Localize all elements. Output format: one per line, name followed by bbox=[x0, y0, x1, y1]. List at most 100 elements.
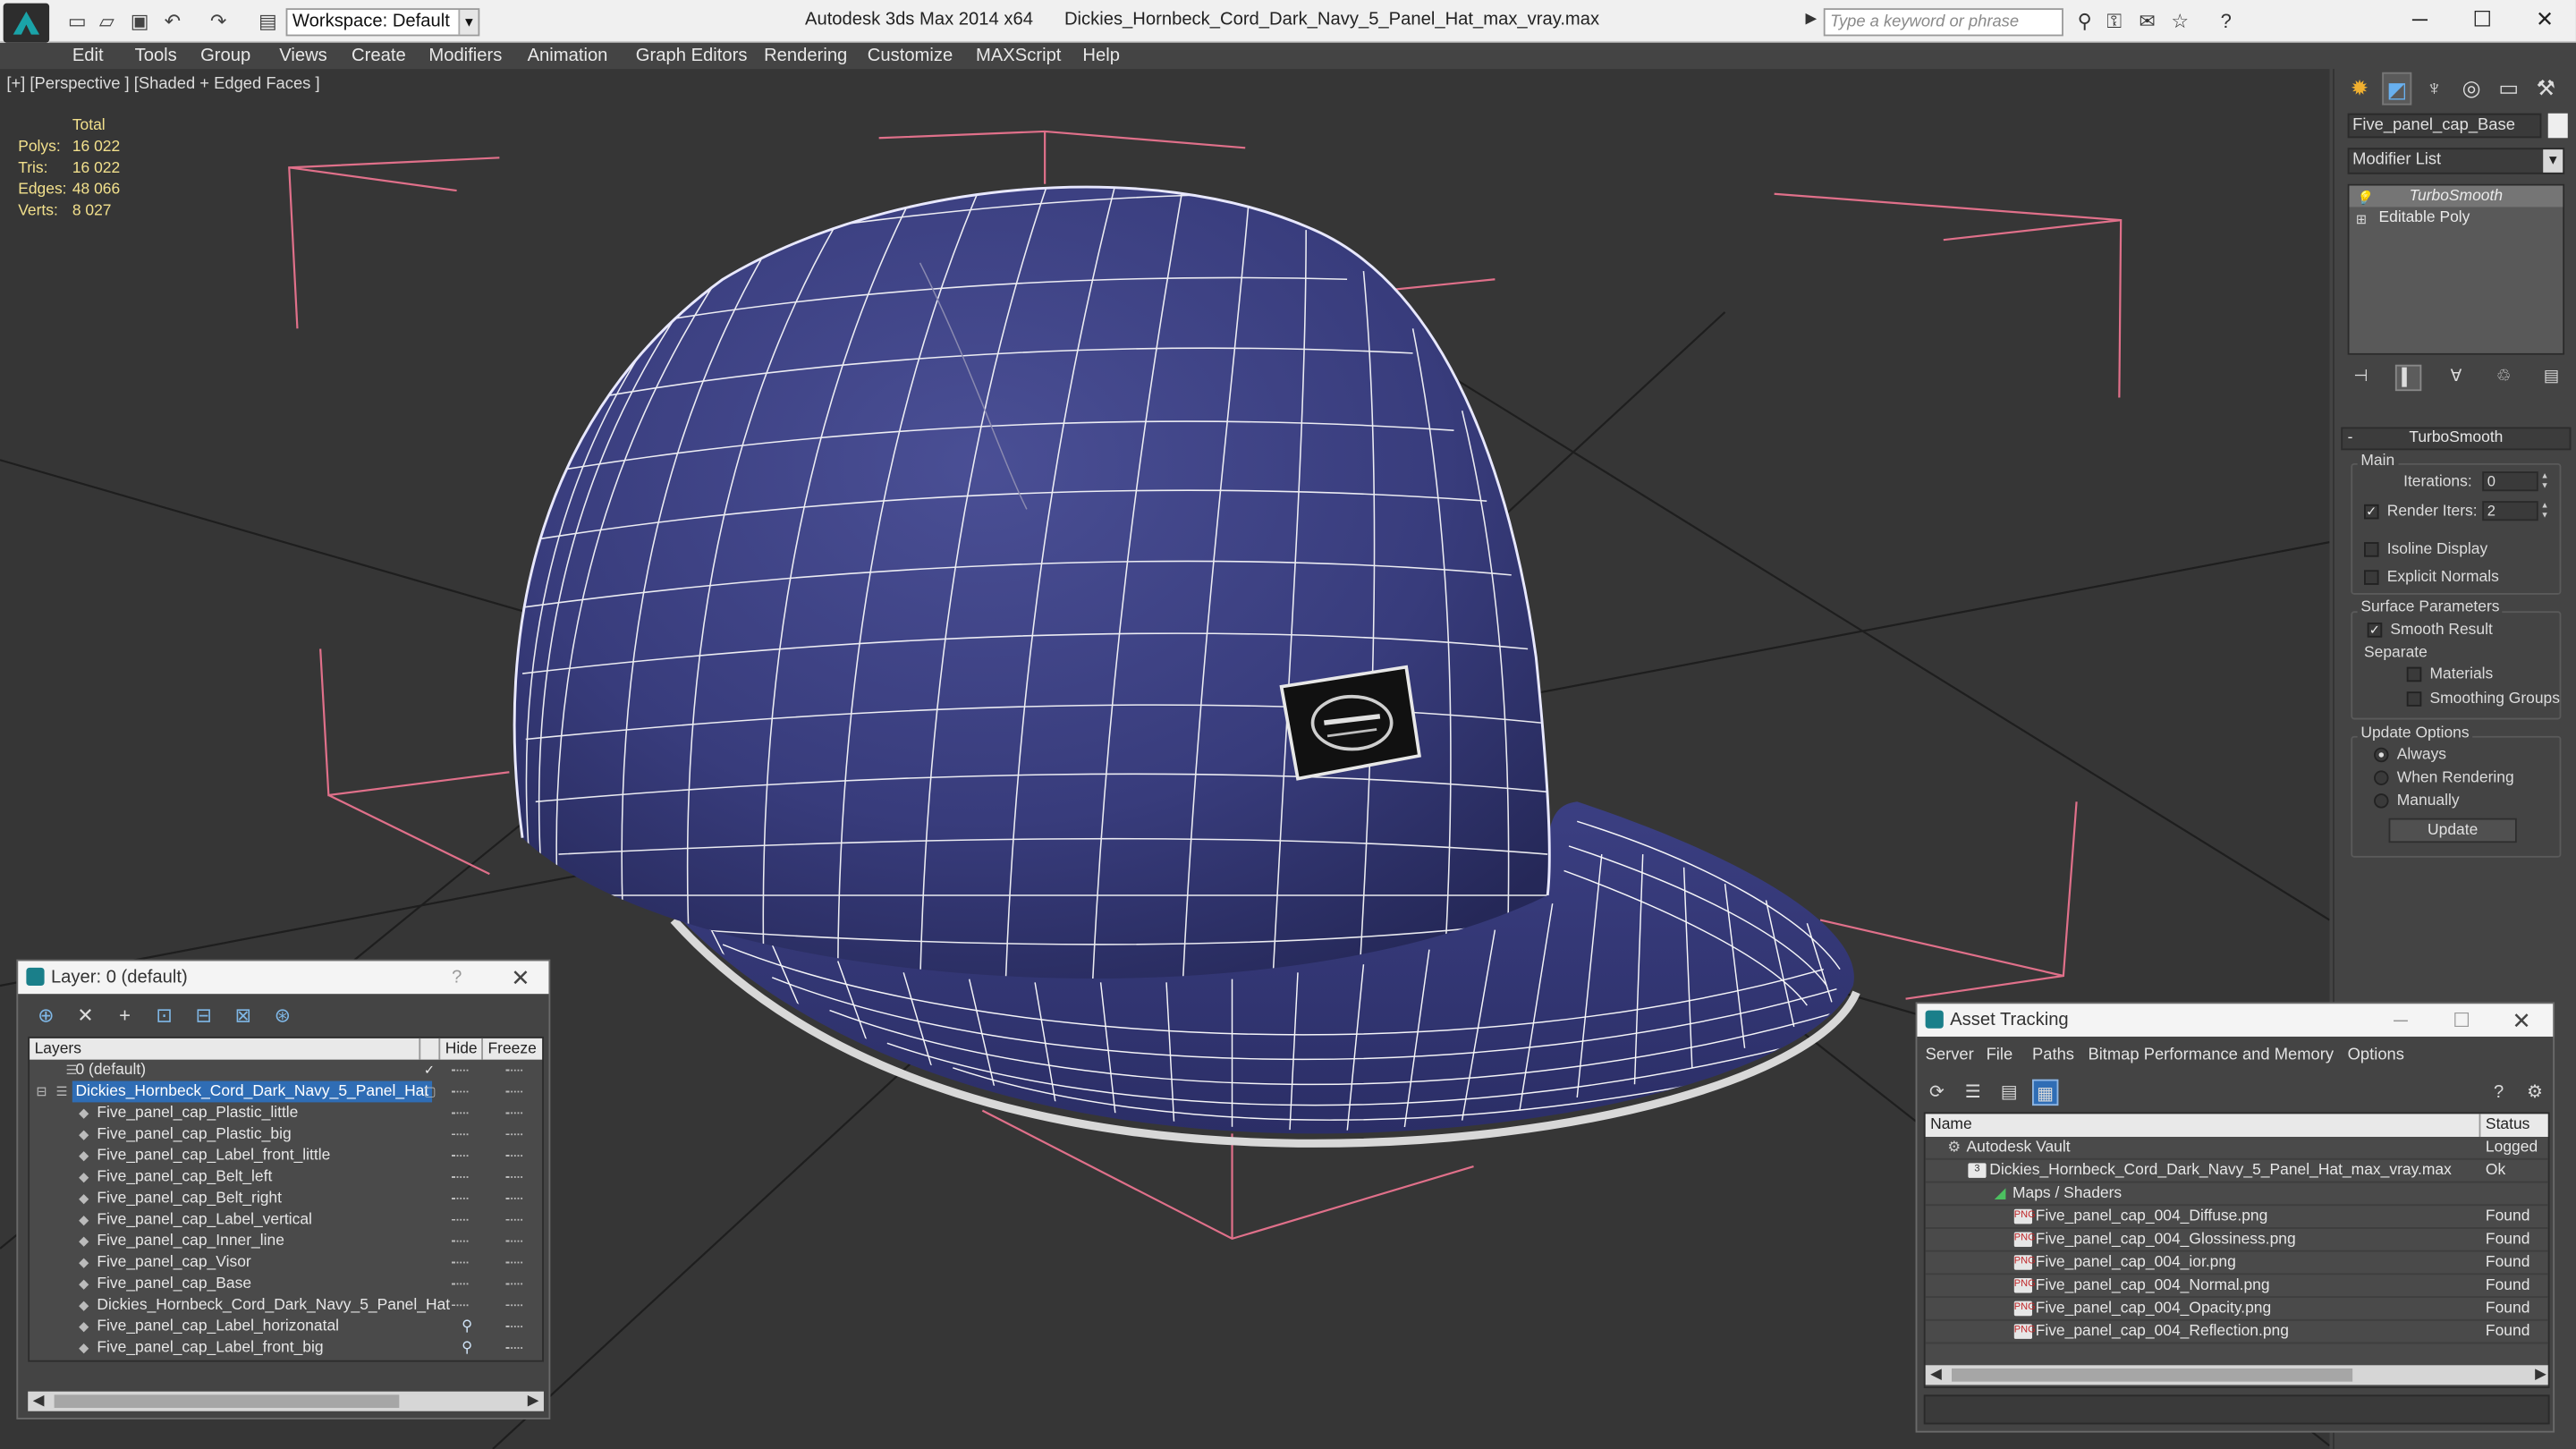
asset-row[interactable]: 3 Dickies_Hornbeck_Cord_Dark_Navy_5_Pane… bbox=[1925, 1160, 2548, 1183]
menu-graph-editors[interactable]: Graph Editors bbox=[636, 46, 748, 65]
freeze-toggle[interactable] bbox=[505, 1218, 523, 1221]
lightbulb-icon[interactable]: 💡 bbox=[2356, 187, 2372, 208]
always-radio[interactable] bbox=[2374, 747, 2389, 763]
asset-row[interactable]: ◢ Maps / Shaders bbox=[1925, 1182, 2548, 1207]
display-tab-icon[interactable]: ▭ bbox=[2494, 72, 2524, 106]
pin-stack-icon[interactable]: ⊣ bbox=[2348, 365, 2374, 391]
layer-row[interactable]: ◆ Five_panel_cap_Plastic_big bbox=[30, 1123, 542, 1145]
freeze-toggle[interactable] bbox=[505, 1155, 523, 1157]
col-current-header[interactable] bbox=[420, 1038, 441, 1060]
smooth-result-checkbox[interactable]: ✓ bbox=[2367, 623, 2383, 638]
asset-horizontal-scrollbar[interactable]: ◀ ▶ bbox=[1925, 1365, 2548, 1385]
freeze-toggle[interactable] bbox=[505, 1304, 523, 1307]
menu-views[interactable]: Views bbox=[279, 46, 327, 65]
hide-toggle[interactable] bbox=[452, 1261, 469, 1264]
scrollbar-thumb[interactable] bbox=[54, 1394, 400, 1409]
help-icon[interactable]: ? bbox=[2215, 10, 2238, 33]
layer-row[interactable]: ◆ Five_panel_cap_Base bbox=[30, 1273, 542, 1294]
layer-row[interactable]: ◆ Five_panel_cap_Belt_left bbox=[30, 1166, 542, 1188]
create-tab-icon[interactable]: ✹ bbox=[2344, 72, 2375, 106]
redo-icon[interactable]: ↷ bbox=[207, 10, 230, 33]
set-current-layer-icon[interactable]: ▢ bbox=[424, 1081, 436, 1103]
menu-animation[interactable]: Animation bbox=[528, 46, 608, 65]
object-name-field[interactable]: Five_panel_cap_Base bbox=[2347, 113, 2542, 139]
layer-row[interactable]: ◆ Five_panel_cap_Inner_line bbox=[30, 1231, 542, 1252]
settings-icon[interactable]: ⚙ bbox=[2521, 1080, 2547, 1106]
menu-create[interactable]: Create bbox=[352, 46, 406, 65]
open-file-icon[interactable]: ▱ bbox=[96, 10, 119, 33]
when-rendering-radio[interactable] bbox=[2374, 770, 2389, 785]
layer-row[interactable]: ◆ Five_panel_cap_Label_vertical bbox=[30, 1209, 542, 1231]
select-objects-icon[interactable]: ⊡ bbox=[149, 1001, 179, 1030]
close-icon[interactable]: ✕ bbox=[2512, 1004, 2531, 1037]
undo-icon[interactable]: ↶ bbox=[161, 10, 184, 33]
help-icon[interactable]: ? bbox=[452, 961, 462, 994]
viewport-label[interactable]: [+] [Perspective ] [Shaded + Edged Faces… bbox=[6, 75, 319, 93]
search-expand-icon[interactable]: ▶ bbox=[1806, 10, 1818, 28]
scroll-left-icon[interactable]: ◀ bbox=[33, 1392, 45, 1410]
freeze-toggle[interactable] bbox=[505, 1283, 523, 1285]
layer-horizontal-scrollbar[interactable]: ◀ ▶ bbox=[28, 1391, 544, 1411]
hide-toggle[interactable] bbox=[452, 1218, 469, 1221]
manually-radio[interactable] bbox=[2374, 793, 2389, 809]
close-button[interactable]: ✕ bbox=[2520, 5, 2569, 35]
freeze-toggle[interactable] bbox=[505, 1133, 523, 1136]
scrollbar-thumb[interactable] bbox=[1951, 1368, 2353, 1382]
explicit-normals-checkbox[interactable] bbox=[2364, 570, 2379, 585]
layer-dialog-titlebar[interactable]: Layer: 0 (default) ? ✕ bbox=[18, 961, 549, 995]
delete-layer-icon[interactable]: ✕ bbox=[71, 1001, 100, 1030]
hide-toggle[interactable] bbox=[452, 1283, 469, 1285]
materials-checkbox[interactable] bbox=[2406, 666, 2422, 682]
remove-modifier-icon[interactable]: ♲ bbox=[2490, 365, 2516, 391]
isoline-display-checkbox[interactable] bbox=[2364, 542, 2379, 557]
asset-row[interactable]: PNG Five_panel_cap_004_Diffuse.png Found bbox=[1925, 1206, 2548, 1229]
table-view-icon[interactable]: ▦ bbox=[2031, 1079, 2059, 1106]
layer-row[interactable]: ◆ Five_panel_cap_Label_front_big ⚲ bbox=[30, 1337, 542, 1359]
workspace-dropdown[interactable]: Workspace: Default ▼ bbox=[285, 8, 480, 37]
col-name-header[interactable]: Name bbox=[1925, 1114, 2481, 1137]
motion-tab-icon[interactable]: ◎ bbox=[2456, 72, 2487, 106]
asset-row[interactable]: PNG Five_panel_cap_004_ior.png Found bbox=[1925, 1252, 2548, 1275]
layer-row[interactable]: ◆ Five_panel_cap_Plastic_little bbox=[30, 1102, 542, 1123]
col-hide-header[interactable]: Hide bbox=[440, 1038, 483, 1060]
project-folder-icon[interactable]: ▤ bbox=[257, 10, 280, 33]
freeze-toggle[interactable] bbox=[505, 1240, 523, 1242]
communication-icon[interactable]: ✉ bbox=[2136, 10, 2159, 33]
hide-toggle[interactable] bbox=[452, 1155, 469, 1157]
hide-toggle[interactable] bbox=[452, 1240, 469, 1242]
turbosmooth-rollout-header[interactable]: - TurboSmooth bbox=[2341, 427, 2572, 451]
asset-menu-paths[interactable]: Paths bbox=[2032, 1046, 2074, 1064]
asset-row[interactable]: PNG Five_panel_cap_004_Opacity.png Found bbox=[1925, 1298, 2548, 1321]
freeze-toggle[interactable] bbox=[505, 1090, 523, 1093]
col-layers-header[interactable]: Layers bbox=[30, 1038, 421, 1060]
col-freeze-header[interactable]: Freeze bbox=[482, 1038, 543, 1060]
hide-toggle[interactable] bbox=[452, 1133, 469, 1136]
modifier-list-dropdown[interactable]: Modifier List ▼ bbox=[2347, 148, 2565, 174]
detail-view-icon[interactable]: ▤ bbox=[1996, 1080, 2022, 1106]
modify-tab-icon[interactable]: ◩ bbox=[2381, 72, 2413, 106]
hide-toggle[interactable] bbox=[452, 1176, 469, 1178]
minimize-button[interactable]: ─ bbox=[2395, 5, 2445, 35]
smoothing-groups-checkbox[interactable] bbox=[2406, 691, 2422, 707]
freeze-toggle[interactable] bbox=[505, 1176, 523, 1178]
hidden-lightbulb-icon[interactable]: ⚲ bbox=[462, 1337, 472, 1359]
scroll-left-icon[interactable]: ◀ bbox=[1930, 1365, 1942, 1383]
asset-row[interactable]: PNG Five_panel_cap_004_Glossiness.png Foun… bbox=[1925, 1229, 2548, 1252]
hide-toggle[interactable] bbox=[452, 1304, 469, 1307]
asset-menu-file[interactable]: File bbox=[1987, 1046, 2013, 1064]
minimize-icon[interactable]: ─ bbox=[2394, 1004, 2408, 1037]
freeze-toggle[interactable] bbox=[505, 1326, 523, 1328]
freeze-toggle[interactable] bbox=[505, 1261, 523, 1264]
hide-toggle[interactable] bbox=[452, 1090, 469, 1093]
current-layer-check-icon[interactable]: ✓ bbox=[424, 1060, 435, 1081]
hide-toggle[interactable] bbox=[452, 1112, 469, 1114]
configure-sets-icon[interactable]: ▤ bbox=[2538, 365, 2564, 391]
highlight-layer-icon[interactable]: ⊟ bbox=[189, 1001, 218, 1030]
help-icon[interactable]: ? bbox=[2486, 1080, 2512, 1106]
show-end-result-icon[interactable]: ▍ bbox=[2394, 364, 2422, 392]
layer-row[interactable]: ◆ Five_panel_cap_Label_horizonatal ⚲ bbox=[30, 1316, 542, 1337]
layer-row[interactable]: ◆ Dickies_Hornbeck_Cord_Dark_Navy_5_Panel… bbox=[30, 1294, 542, 1316]
freeze-toggle[interactable] bbox=[505, 1112, 523, 1114]
maximize-icon[interactable]: ☐ bbox=[2453, 1004, 2470, 1037]
hierarchy-tab-icon[interactable]: ♆ bbox=[2419, 72, 2449, 106]
